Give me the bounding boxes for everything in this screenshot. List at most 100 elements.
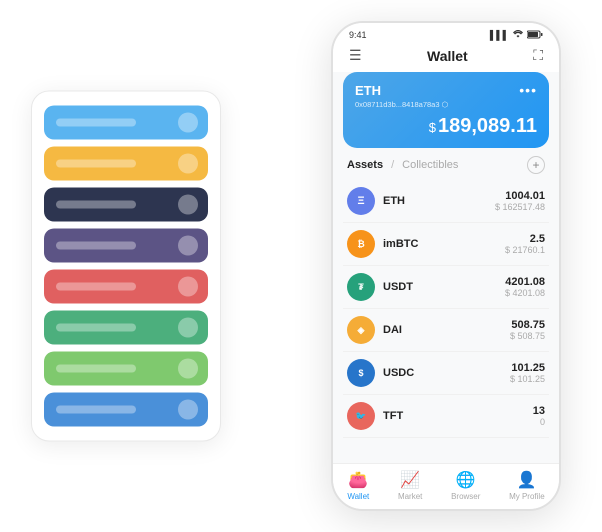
usdt-icon: ₮ [347,273,375,301]
tft-icon: 🐦 [347,402,375,430]
tab-collectibles[interactable]: Collectibles [402,159,458,171]
nav-wallet-label: Wallet [347,492,369,501]
nav-browser-label: Browser [451,492,480,501]
asset-amount: 4201.08 [505,276,545,288]
card-label [56,160,136,168]
card-icon [178,359,198,379]
card-icon [178,318,198,338]
nav-market[interactable]: 📈 Market [398,470,422,501]
asset-amounts: 1004.01 $ 162517.48 [495,190,545,212]
card-icon [178,195,198,215]
list-item[interactable] [44,229,208,263]
eth-address: 0x08711d3b...8418a78a3 ⬡ [355,100,537,109]
table-row[interactable]: ◈ DAI 508.75 $ 508.75 [343,309,549,352]
more-options-icon[interactable]: ••• [519,82,537,98]
asset-usd: $ 508.75 [510,331,545,341]
imbtc-icon: ₿ [347,230,375,258]
profile-icon: 👤 [517,470,537,490]
phone-header: ☰ Wallet ⛶ [333,43,559,72]
asset-list: Ξ ETH 1004.01 $ 162517.48 ₿ imBTC 2.5 $ … [333,180,559,463]
status-time: 9:41 [349,30,367,40]
card-icon [178,400,198,420]
asset-amount: 101.25 [510,362,545,374]
asset-name: DAI [383,324,510,336]
eth-symbol: ETH [355,83,381,98]
card-icon [178,277,198,297]
list-item[interactable] [44,393,208,427]
card-label [56,283,136,291]
assets-header: Assets / Collectibles + [333,156,559,180]
asset-usd: $ 162517.48 [495,202,545,212]
asset-name: TFT [383,410,533,422]
asset-amounts: 4201.08 $ 4201.08 [505,276,545,298]
table-row[interactable]: 🐦 TFT 13 0 [343,395,549,438]
eth-icon: Ξ [347,187,375,215]
card-label [56,406,136,414]
asset-amounts: 2.5 $ 21760.1 [505,233,545,255]
dollar-sign: $ [429,120,436,135]
card-label [56,201,136,209]
page-title: Wallet [427,48,468,64]
table-row[interactable]: $ USDC 101.25 $ 101.25 [343,352,549,395]
nav-market-label: Market [398,492,422,501]
status-icons: ▌▌▌ [490,29,543,41]
signal-icon: ▌▌▌ [490,30,509,40]
asset-name: ETH [383,195,495,207]
tab-divider: / [391,159,394,171]
nav-browser[interactable]: 🌐 Browser [451,470,480,501]
card-icon [178,113,198,133]
nav-profile[interactable]: 👤 My Profile [509,470,545,501]
browser-icon: 🌐 [456,470,476,490]
add-asset-button[interactable]: + [527,156,545,174]
list-item[interactable] [44,188,208,222]
asset-amount: 508.75 [510,319,545,331]
card-stack [31,91,221,442]
asset-name: USDT [383,281,505,293]
asset-amounts: 13 0 [533,405,545,427]
card-icon [178,236,198,256]
tab-assets[interactable]: Assets [347,159,383,171]
asset-usd: $ 21760.1 [505,245,545,255]
asset-amount: 2.5 [505,233,545,245]
table-row[interactable]: ₿ imBTC 2.5 $ 21760.1 [343,223,549,266]
asset-amounts: 101.25 $ 101.25 [510,362,545,384]
asset-usd: $ 101.25 [510,374,545,384]
card-label [56,119,136,127]
list-item[interactable] [44,147,208,181]
card-label [56,365,136,373]
nav-profile-label: My Profile [509,492,545,501]
dai-icon: ◈ [347,316,375,344]
balance-amount: 189,089.11 [438,115,537,137]
eth-card[interactable]: ETH ••• 0x08711d3b...8418a78a3 ⬡ $189,08… [343,72,549,148]
card-icon [178,154,198,174]
market-icon: 📈 [400,470,420,490]
eth-balance: $189,089.11 [355,115,537,138]
asset-amount: 13 [533,405,545,417]
list-item[interactable] [44,352,208,386]
eth-card-header: ETH ••• [355,82,537,98]
list-item[interactable] [44,270,208,304]
wifi-icon [512,29,524,41]
phone-mockup: 9:41 ▌▌▌ [331,21,561,511]
nav-wallet[interactable]: 👛 Wallet [347,470,369,501]
menu-icon[interactable]: ☰ [349,47,362,64]
asset-amount: 1004.01 [495,190,545,202]
card-label [56,242,136,250]
table-row[interactable]: Ξ ETH 1004.01 $ 162517.48 [343,180,549,223]
status-bar: 9:41 ▌▌▌ [333,23,559,43]
asset-amounts: 508.75 $ 508.75 [510,319,545,341]
assets-tabs: Assets / Collectibles [347,159,458,171]
bottom-nav: 👛 Wallet 📈 Market 🌐 Browser 👤 My Profile [333,463,559,509]
list-item[interactable] [44,311,208,345]
table-row[interactable]: ₮ USDT 4201.08 $ 4201.08 [343,266,549,309]
asset-name: USDC [383,367,510,379]
wallet-icon: 👛 [348,470,368,490]
asset-usd: 0 [533,417,545,427]
scene: 9:41 ▌▌▌ [11,11,591,521]
battery-icon [527,30,543,41]
asset-name: imBTC [383,238,505,250]
list-item[interactable] [44,106,208,140]
asset-usd: $ 4201.08 [505,288,545,298]
scan-icon[interactable]: ⛶ [533,47,543,64]
card-label [56,324,136,332]
